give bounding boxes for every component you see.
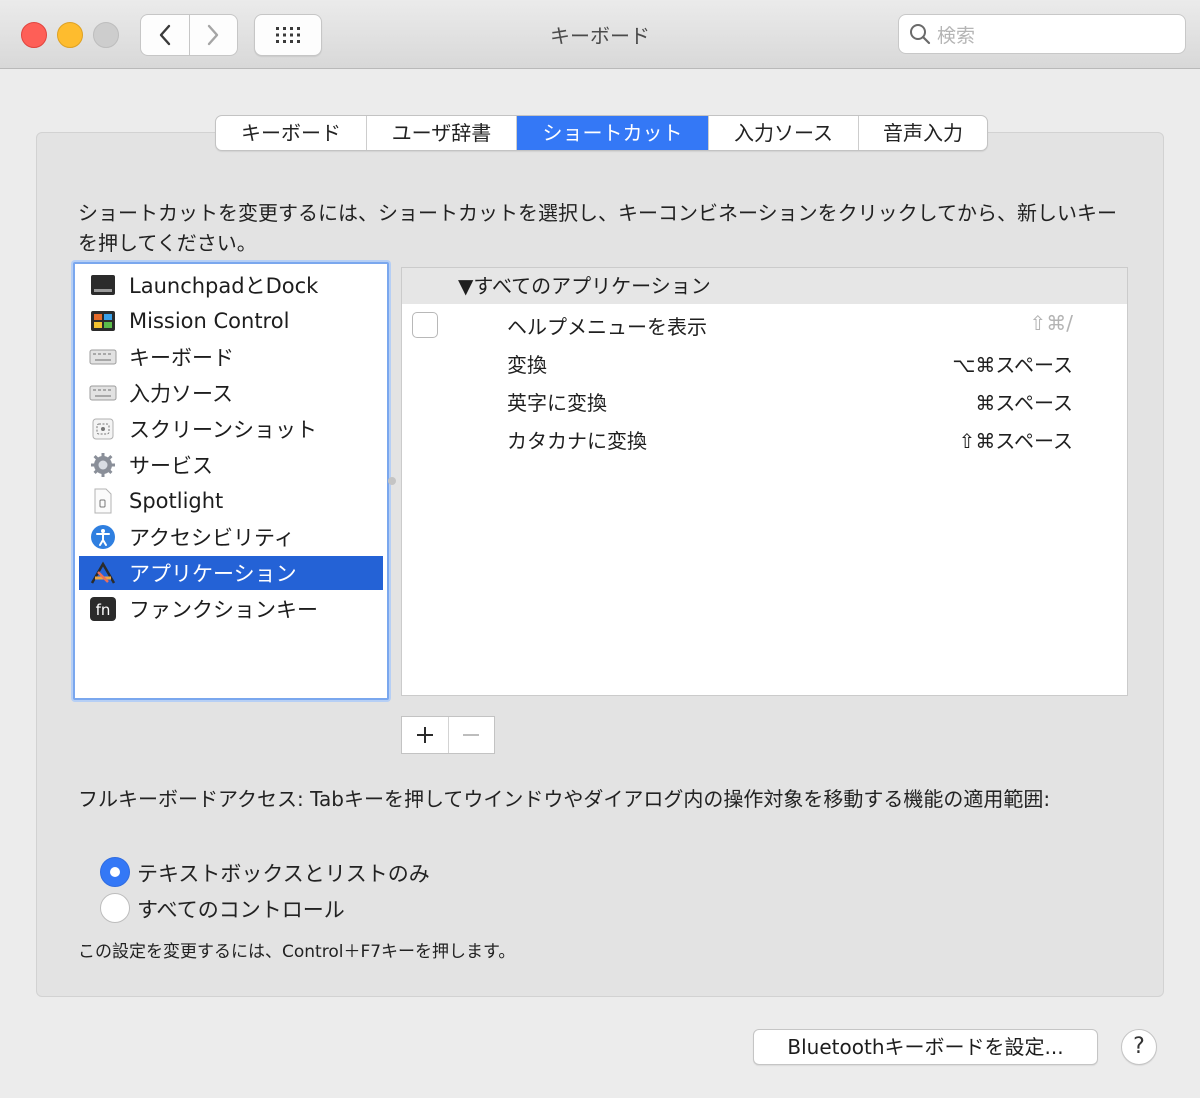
- search-icon: [910, 24, 931, 45]
- shortcut-row-convert-katakana[interactable]: カタカナに変換 ⇧⌘スペース: [402, 419, 1127, 457]
- shortcut-group-header[interactable]: ▼すべてのアプリケーション: [402, 268, 1127, 304]
- category-item-accessibility[interactable]: アクセシビリティ: [79, 520, 383, 554]
- tab-keyboard[interactable]: キーボード: [216, 116, 367, 150]
- category-item-spotlight[interactable]: Spotlight: [79, 484, 383, 518]
- split-view-handle[interactable]: [388, 477, 396, 485]
- category-item-input-sources[interactable]: 入力ソース: [79, 376, 383, 410]
- shortcut-row-convert-alphanumeric[interactable]: 英字に変換 ⌘スペース: [402, 381, 1127, 419]
- tab-shortcuts[interactable]: ショートカット: [517, 116, 709, 150]
- shortcut-table[interactable]: ▼すべてのアプリケーション ヘルプメニューを表示 ⇧⌘/ 変換 ⌥⌘スペース 英…: [401, 267, 1128, 696]
- category-item-services[interactable]: サービス: [79, 448, 383, 482]
- category-label: キーボード: [129, 346, 234, 370]
- add-remove-control: [401, 716, 495, 754]
- category-list[interactable]: LaunchpadとDock Mission Control キーボード 入力ソ…: [73, 262, 389, 700]
- plus-icon: [416, 727, 433, 743]
- input-source-icon: [89, 379, 117, 407]
- screenshot-icon: [89, 415, 117, 443]
- add-shortcut-button[interactable]: [402, 717, 448, 753]
- shortcut-instructions: ショートカットを変更するには、ショートカットを選択し、キーコンビネーションをクリ…: [78, 201, 1117, 255]
- setup-bluetooth-keyboard-button[interactable]: Bluetoothキーボードを設定...: [753, 1029, 1098, 1065]
- category-item-mission-control[interactable]: Mission Control: [79, 304, 383, 338]
- help-button[interactable]: ?: [1121, 1029, 1157, 1065]
- shortcut-name: 変換: [507, 353, 547, 377]
- category-label: Spotlight: [129, 489, 224, 513]
- tab-bar: キーボード ユーザ辞書 ショートカット 入力ソース 音声入力: [215, 115, 988, 151]
- category-item-keyboard[interactable]: キーボード: [79, 340, 383, 374]
- spotlight-icon: [89, 487, 117, 515]
- shortcut-row-convert[interactable]: 変換 ⌥⌘スペース: [402, 343, 1127, 381]
- search-input[interactable]: 検索: [898, 14, 1186, 54]
- shortcut-key-combination[interactable]: ⌥⌘スペース: [952, 349, 1073, 378]
- services-gear-icon: [89, 451, 117, 479]
- category-label: スクリーンショット: [129, 418, 317, 442]
- shortcut-name: カタカナに変換: [507, 429, 647, 453]
- full-keyboard-access-label: フルキーボードアクセス: Tabキーを押してウインドウやダイアログ内の操作対象を…: [78, 787, 1051, 811]
- shortcut-name: 英字に変換: [507, 391, 607, 415]
- title-bar: キーボード 検索: [0, 0, 1200, 69]
- radio-text-boxes-lists-only[interactable]: [100, 857, 130, 887]
- shortcut-row-help-menu[interactable]: ヘルプメニューを表示 ⇧⌘/: [402, 305, 1127, 343]
- category-item-function-keys[interactable]: fn ファンクションキー: [79, 592, 383, 626]
- category-label: アプリケーション: [129, 562, 297, 586]
- category-label: アクセシビリティ: [129, 526, 295, 550]
- tab-user-dictionary[interactable]: ユーザ辞書: [367, 116, 517, 150]
- radio-all-controls[interactable]: [100, 893, 130, 923]
- search-placeholder: 検索: [937, 24, 976, 47]
- tab-input-sources[interactable]: 入力ソース: [709, 116, 859, 150]
- keyboard-icon: [89, 343, 117, 371]
- shortcut-key-combination[interactable]: ⌘スペース: [975, 387, 1073, 416]
- accessibility-icon: [89, 523, 117, 551]
- tab-dictation[interactable]: 音声入力: [859, 116, 987, 150]
- category-item-screenshot[interactable]: スクリーンショット: [79, 412, 383, 446]
- launchpad-dock-icon: [89, 271, 117, 299]
- minus-icon: [463, 734, 480, 736]
- svg-text:fn: fn: [96, 601, 111, 619]
- shortcut-name: ヘルプメニューを表示: [507, 315, 707, 339]
- category-item-launchpad-dock[interactable]: LaunchpadとDock: [79, 268, 383, 302]
- category-label: LaunchpadとDock: [129, 274, 319, 298]
- mission-control-icon: [89, 307, 117, 335]
- category-label: Mission Control: [129, 309, 290, 333]
- applications-icon: [89, 559, 117, 587]
- category-label: 入力ソース: [129, 382, 233, 406]
- radio-label-all-controls[interactable]: すべてのコントロール: [137, 894, 345, 924]
- category-item-applications[interactable]: アプリケーション: [79, 556, 383, 590]
- shortcut-group-label: ▼すべてのアプリケーション: [458, 274, 711, 298]
- remove-shortcut-button[interactable]: [447, 717, 495, 753]
- shortcut-key-combination[interactable]: ⇧⌘スペース: [959, 425, 1073, 454]
- keyboard-access-note: この設定を変更するには、Control＋F7キーを押します。: [78, 942, 516, 962]
- shortcut-key-combination[interactable]: ⇧⌘/: [1030, 311, 1074, 335]
- shortcut-enable-checkbox[interactable]: [412, 312, 438, 338]
- radio-label-text-boxes-lists-only[interactable]: テキストボックスとリストのみ: [137, 858, 430, 888]
- function-key-icon: fn: [89, 595, 117, 623]
- category-label: ファンクションキー: [129, 598, 318, 622]
- category-label: サービス: [129, 454, 213, 478]
